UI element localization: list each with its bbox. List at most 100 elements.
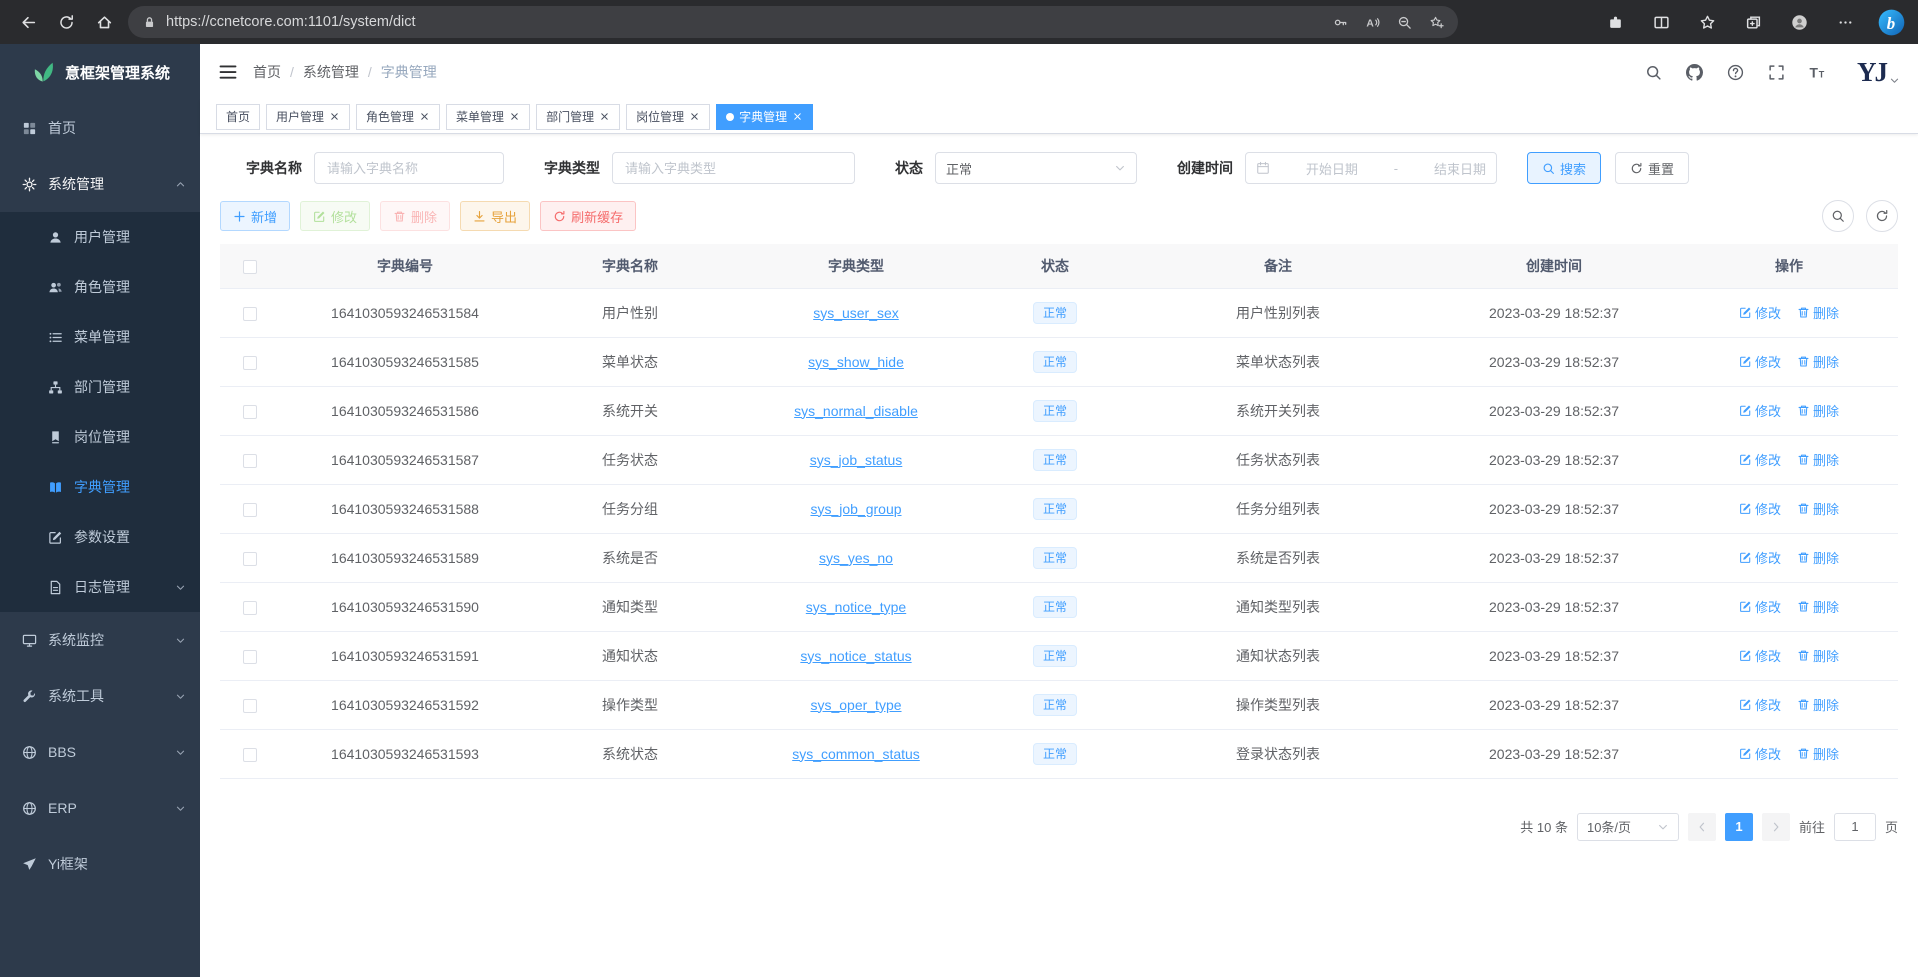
row-edit-button[interactable]: 修改: [1739, 499, 1781, 518]
row-edit-button[interactable]: 修改: [1739, 450, 1781, 469]
breadcrumb-item-home[interactable]: 首页: [253, 62, 281, 82]
edit-button[interactable]: 修改: [300, 201, 370, 231]
row-delete-button[interactable]: 删除: [1797, 597, 1839, 616]
read-aloud-button[interactable]: A: [1356, 8, 1388, 36]
password-button[interactable]: [1324, 8, 1356, 36]
settings-more-button[interactable]: [1828, 5, 1862, 39]
sidebar-item-erp[interactable]: ERP: [0, 780, 200, 836]
font-size-button[interactable]: TT: [1800, 55, 1834, 89]
row-checkbox[interactable]: [243, 601, 257, 615]
row-delete-button[interactable]: 删除: [1797, 744, 1839, 763]
page-size-select[interactable]: 10条/页: [1577, 813, 1679, 841]
sidebar-item-bbs[interactable]: BBS: [0, 724, 200, 780]
sidebar-item-dict-management[interactable]: 字典管理: [0, 462, 200, 512]
search-button[interactable]: 搜索: [1527, 152, 1601, 184]
sidebar-item-system-management[interactable]: 系统管理: [0, 156, 200, 212]
navbar-search-button[interactable]: [1636, 55, 1670, 89]
row-checkbox[interactable]: [243, 503, 257, 517]
row-delete-button[interactable]: 删除: [1797, 499, 1839, 518]
tab-close-icon[interactable]: [419, 111, 430, 122]
dict-type-link[interactable]: sys_common_status: [792, 746, 920, 762]
dict-type-link[interactable]: sys_user_sex: [813, 305, 899, 321]
tab-dict-management[interactable]: 字典管理: [716, 104, 813, 130]
extensions-button[interactable]: [1598, 5, 1632, 39]
breadcrumb-item-system[interactable]: 系统管理: [303, 62, 359, 82]
dict-type-input[interactable]: [612, 152, 855, 184]
row-delete-button[interactable]: 删除: [1797, 352, 1839, 371]
sidebar-item-dept-management[interactable]: 部门管理: [0, 362, 200, 412]
tab-close-icon[interactable]: [509, 111, 520, 122]
dict-type-link[interactable]: sys_notice_status: [800, 648, 911, 664]
row-checkbox[interactable]: [243, 454, 257, 468]
home-button[interactable]: [86, 5, 122, 39]
sidebar-item-post-management[interactable]: 岗位管理: [0, 412, 200, 462]
goto-page-input[interactable]: [1834, 813, 1876, 841]
github-button[interactable]: [1677, 55, 1711, 89]
tab-user-management[interactable]: 用户管理: [266, 104, 350, 130]
address-bar[interactable]: https://ccnetcore.com:1101/system/dict A: [128, 6, 1458, 38]
profile-button[interactable]: [1782, 5, 1816, 39]
bing-chat-button[interactable]: b: [1874, 5, 1908, 39]
row-checkbox[interactable]: [243, 699, 257, 713]
dict-type-link[interactable]: sys_normal_disable: [794, 403, 918, 419]
row-checkbox[interactable]: [243, 307, 257, 321]
dict-type-link[interactable]: sys_oper_type: [810, 697, 901, 713]
row-edit-button[interactable]: 修改: [1739, 646, 1781, 665]
sidebar-item-home[interactable]: 首页: [0, 100, 200, 156]
fullscreen-button[interactable]: [1759, 55, 1793, 89]
status-select[interactable]: 正常: [935, 152, 1137, 184]
refresh-table-button[interactable]: [1866, 200, 1898, 232]
tab-home[interactable]: 首页: [216, 104, 260, 130]
sidebar-item-role-management[interactable]: 角色管理: [0, 262, 200, 312]
row-edit-button[interactable]: 修改: [1739, 303, 1781, 322]
sidebar-item-menu-management[interactable]: 菜单管理: [0, 312, 200, 362]
row-checkbox[interactable]: [243, 405, 257, 419]
row-delete-button[interactable]: 删除: [1797, 303, 1839, 322]
row-delete-button[interactable]: 删除: [1797, 646, 1839, 665]
reset-button[interactable]: 重置: [1615, 152, 1689, 184]
row-edit-button[interactable]: 修改: [1739, 695, 1781, 714]
tab-close-icon[interactable]: [329, 111, 340, 122]
add-button[interactable]: 新增: [220, 201, 290, 231]
help-button[interactable]: [1718, 55, 1752, 89]
dict-type-link[interactable]: sys_job_group: [810, 501, 901, 517]
back-button[interactable]: [10, 5, 46, 39]
row-checkbox[interactable]: [243, 748, 257, 762]
tab-menu-management[interactable]: 菜单管理: [446, 104, 530, 130]
refresh-cache-button[interactable]: 刷新缓存: [540, 201, 636, 231]
sidebar-item-system-tools[interactable]: 系统工具: [0, 668, 200, 724]
corner-logo[interactable]: YJ: [1857, 57, 1900, 87]
sidebar-item-yi-framework[interactable]: Yi框架: [0, 836, 200, 892]
url-text[interactable]: https://ccnetcore.com:1101/system/dict: [166, 14, 1315, 30]
next-page-button[interactable]: [1762, 813, 1790, 841]
row-delete-button[interactable]: 删除: [1797, 548, 1839, 567]
row-delete-button[interactable]: 删除: [1797, 401, 1839, 420]
row-checkbox[interactable]: [243, 650, 257, 664]
row-edit-button[interactable]: 修改: [1739, 744, 1781, 763]
favorites-button[interactable]: [1690, 5, 1724, 39]
tab-close-icon[interactable]: [792, 111, 803, 122]
select-all-checkbox[interactable]: [243, 260, 257, 274]
row-checkbox[interactable]: [243, 356, 257, 370]
export-button[interactable]: 导出: [460, 201, 530, 231]
row-edit-button[interactable]: 修改: [1739, 352, 1781, 371]
tab-role-management[interactable]: 角色管理: [356, 104, 440, 130]
tab-post-management[interactable]: 岗位管理: [626, 104, 710, 130]
sidebar-item-system-monitor[interactable]: 系统监控: [0, 612, 200, 668]
row-checkbox[interactable]: [243, 552, 257, 566]
row-edit-button[interactable]: 修改: [1739, 597, 1781, 616]
sidebar-item-log-management[interactable]: 日志管理: [0, 562, 200, 612]
date-range-picker[interactable]: 开始日期 - 结束日期: [1245, 152, 1497, 184]
sidebar-toggle-button[interactable]: [218, 62, 238, 82]
split-screen-button[interactable]: [1644, 5, 1678, 39]
app-logo[interactable]: 意框架管理系统: [0, 44, 200, 100]
sidebar-item-user-management[interactable]: 用户管理: [0, 212, 200, 262]
row-edit-button[interactable]: 修改: [1739, 401, 1781, 420]
tab-dept-management[interactable]: 部门管理: [536, 104, 620, 130]
row-delete-button[interactable]: 删除: [1797, 695, 1839, 714]
zoom-button[interactable]: [1388, 8, 1420, 36]
prev-page-button[interactable]: [1688, 813, 1716, 841]
dict-type-link[interactable]: sys_yes_no: [819, 550, 893, 566]
dict-type-link[interactable]: sys_show_hide: [808, 354, 904, 370]
dict-type-link[interactable]: sys_notice_type: [806, 599, 906, 615]
